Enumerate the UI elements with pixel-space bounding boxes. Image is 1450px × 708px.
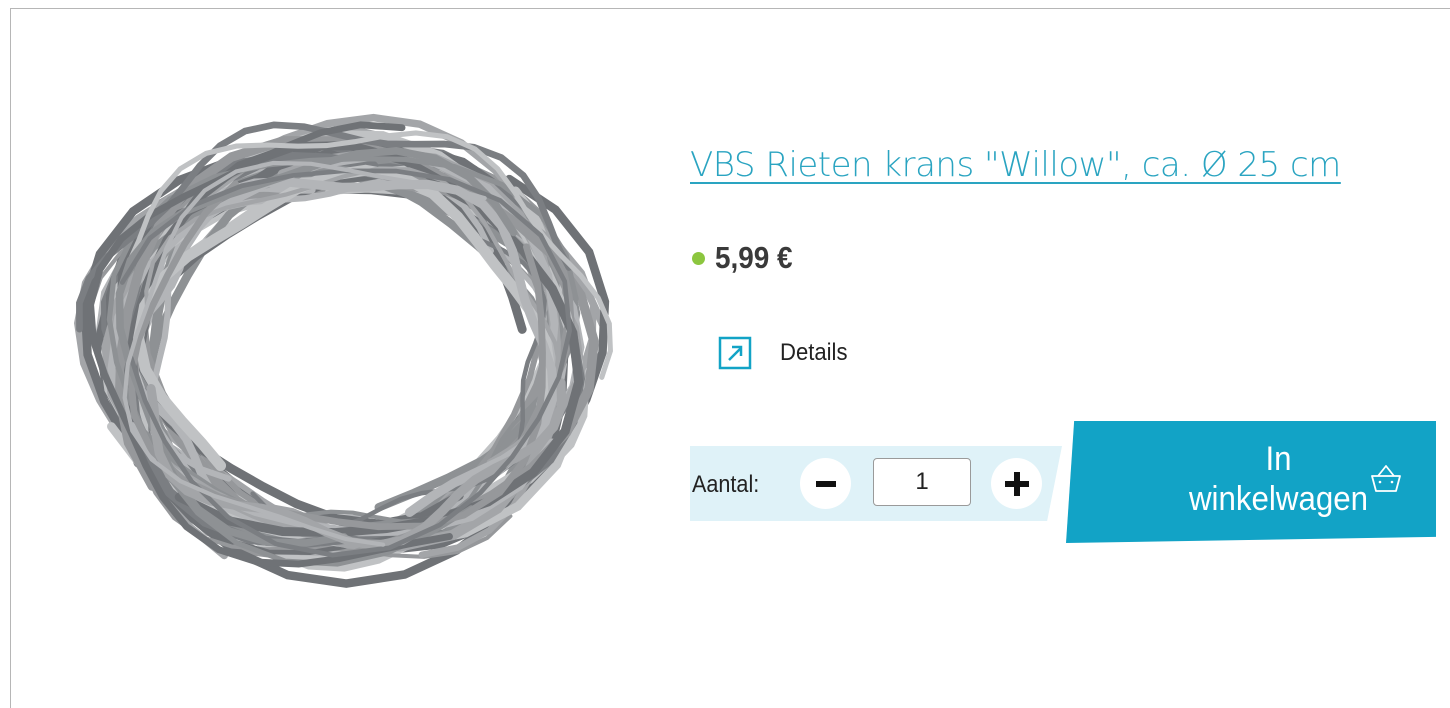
product-price: 5,99 € <box>715 240 793 275</box>
price-row: 5,99 € <box>692 240 801 276</box>
minus-icon <box>815 480 836 487</box>
quantity-decrease-button[interactable] <box>800 458 851 509</box>
add-to-cart-label: In winkelwagen <box>1184 439 1373 519</box>
quantity-input[interactable] <box>873 458 971 506</box>
details-label: Details <box>780 339 848 366</box>
add-to-cart-label-line1: In <box>1265 440 1292 478</box>
add-to-cart-button[interactable]: In winkelwagen <box>1066 421 1436 543</box>
plus-icon <box>1004 471 1029 496</box>
add-to-cart-label-line2: winkelwagen <box>1188 480 1369 518</box>
quantity-label: Aantal: <box>692 471 760 498</box>
product-image[interactable] <box>65 95 625 605</box>
quantity-increase-button[interactable] <box>991 458 1042 509</box>
details-link[interactable]: Details <box>718 336 853 370</box>
product-title[interactable]: VBS Rieten krans "Willow", ca. Ø 25 cm <box>690 145 1341 185</box>
basket-icon <box>1371 465 1401 492</box>
external-link-arrow-icon <box>718 336 752 370</box>
availability-dot <box>692 251 705 265</box>
